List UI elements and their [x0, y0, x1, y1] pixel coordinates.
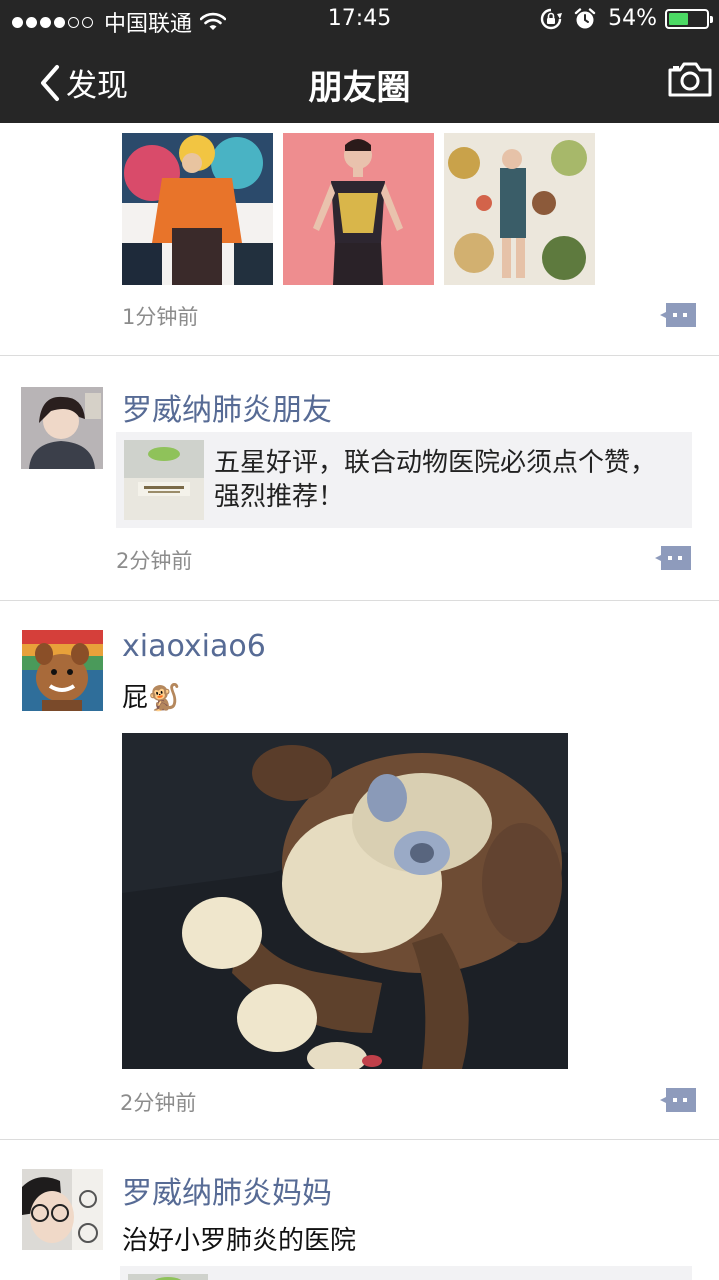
top-bar: 中国联通 17:45 54% 发现 朋友圈 [0, 0, 719, 123]
avatar[interactable] [22, 630, 103, 711]
battery-icon [665, 8, 713, 29]
comment-bubble-icon[interactable] [660, 1086, 696, 1114]
post-text: 屁🐒 [122, 683, 181, 713]
alarm-icon [574, 7, 596, 28]
camera-icon[interactable] [667, 60, 713, 98]
chevron-left-icon [41, 64, 59, 101]
link-title: 五星好评，联合动物医院必须点个赞，强烈推荐！ [214, 448, 657, 512]
floral-fashion-photo[interactable] [444, 133, 595, 285]
battery-percent: 54% [608, 6, 657, 31]
post-time: 1分钟前 [122, 305, 199, 329]
back-button[interactable]: 发现 [38, 60, 128, 105]
fashion-model-photo[interactable] [283, 133, 434, 285]
nav-bar: 发现 朋友圈 [0, 40, 719, 123]
avatar[interactable] [21, 387, 103, 469]
post-divider [0, 600, 719, 601]
back-label: 发现 [66, 68, 128, 104]
comment-bubble-icon[interactable] [655, 544, 691, 572]
link-thumbnail [128, 1274, 208, 1280]
user-name[interactable]: 罗威纳肺炎朋友 [122, 385, 332, 429]
battery-level-fill [669, 12, 688, 25]
status-right-group: 54% [540, 6, 713, 31]
link-thumbnail [124, 440, 204, 520]
moments-feed[interactable]: 1分钟前 罗威纳肺炎朋友 五星好评，联合动物医院必须点个赞，强烈推荐！ 2分钟前… [0, 123, 719, 1280]
status-bar: 中国联通 17:45 54% [0, 0, 719, 40]
rotation-lock-icon [540, 8, 563, 29]
avatar[interactable] [22, 1169, 103, 1250]
post-divider [0, 1139, 719, 1140]
post-text: 治好小罗肺炎的医院 [122, 1226, 357, 1256]
fashion-collage-photo[interactable] [122, 133, 273, 285]
user-name[interactable]: xiaoxiao6 [122, 629, 266, 664]
plush-monkey-photo[interactable] [122, 733, 568, 1069]
shared-link-card[interactable]: 五星好评，联合动物医院必须点个赞，强烈推荐！ [116, 432, 692, 528]
shared-link-card[interactable] [120, 1266, 692, 1280]
post-time: 2分钟前 [116, 549, 193, 573]
user-name[interactable]: 罗威纳肺炎妈妈 [122, 1168, 332, 1212]
post-divider [0, 355, 719, 356]
comment-bubble-icon[interactable] [660, 301, 696, 329]
post-time: 2分钟前 [120, 1091, 197, 1115]
